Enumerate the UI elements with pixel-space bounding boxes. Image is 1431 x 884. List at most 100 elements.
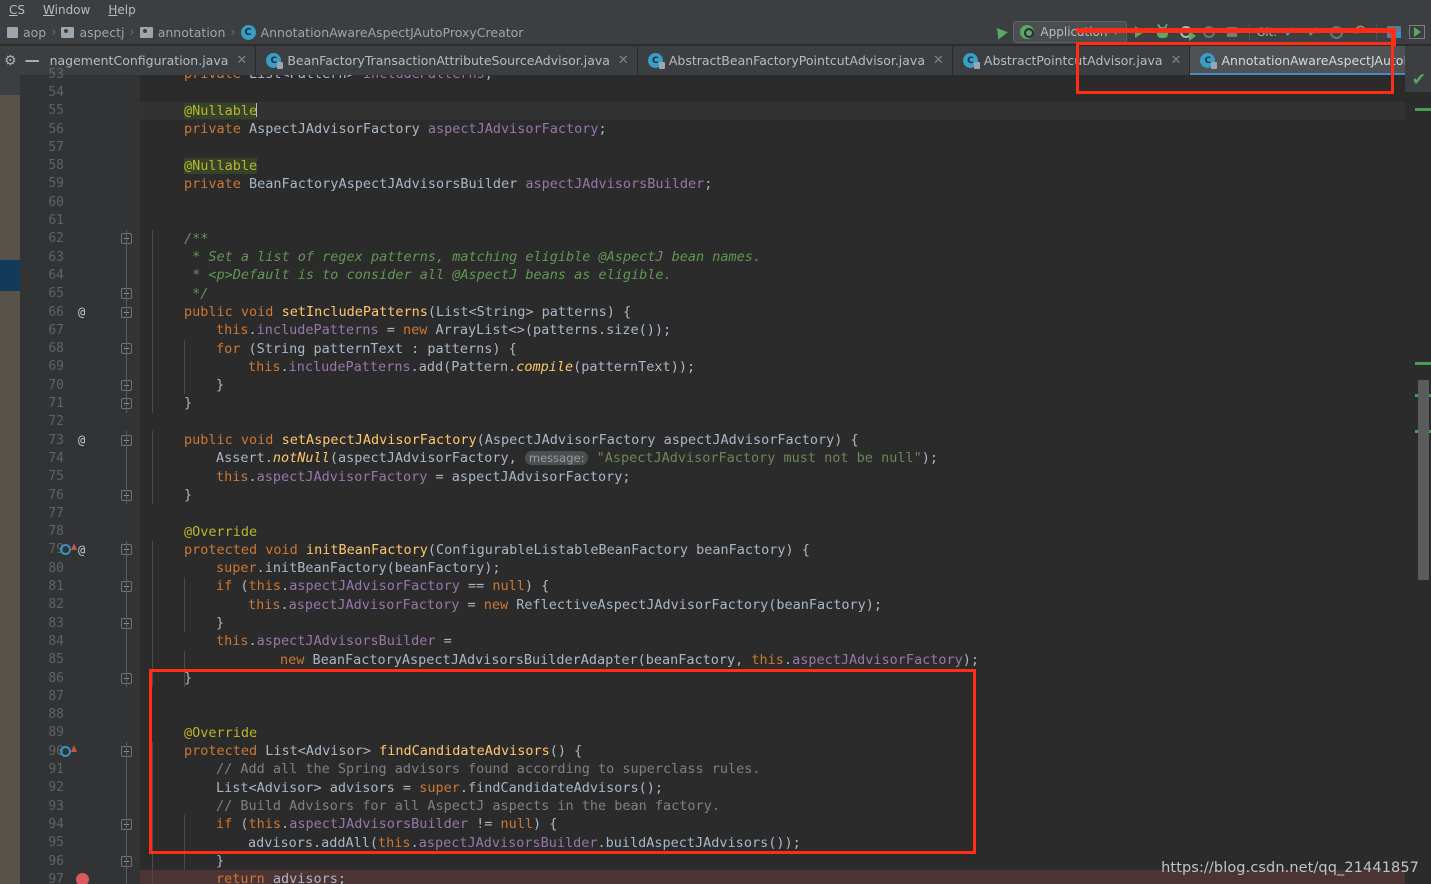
gutter-line[interactable]: 97 <box>20 870 140 884</box>
gutter-line[interactable]: 90 <box>20 742 140 760</box>
editor-gutter[interactable]: 53 54 55 56 57 58 59 60 61 62 63 64 65 66 @67 68 69 70 71 7… <box>20 67 140 884</box>
code-line[interactable]: private List<Pattern> includePatterns; <box>140 75 1405 83</box>
arrow-up-green-icon[interactable] <box>990 22 1010 42</box>
tab-bean-factory-transaction-attribute-source-advisor[interactable]: C BeanFactoryTransactionAttributeSourceA… <box>255 46 637 75</box>
code-line[interactable] <box>140 211 1405 229</box>
gutter-line[interactable]: 58 <box>20 157 140 175</box>
breadcrumb-item-class[interactable]: C AnnotationAwareAspectJAutoProxyCreator <box>238 24 527 40</box>
code-line[interactable]: if (this.aspectJAdvisorsBuilder != null)… <box>140 815 1405 833</box>
close-icon[interactable]: ✕ <box>933 54 944 67</box>
gutter-line[interactable]: 53 <box>20 65 140 83</box>
override-method-icon[interactable] <box>60 744 77 757</box>
gutter-line[interactable]: 54 <box>20 83 140 101</box>
code-line[interactable]: if (this.aspectJAdvisorFactory == null) … <box>140 577 1405 595</box>
code-line[interactable]: for (String patternText : patterns) { <box>140 340 1405 358</box>
gutter-line[interactable]: 89 <box>20 724 140 742</box>
gutter-line[interactable]: 75 <box>20 468 140 486</box>
code-line[interactable]: this.includePatterns = new ArrayList<>(p… <box>140 321 1405 339</box>
gutter-line[interactable]: 64 <box>20 266 140 284</box>
close-icon[interactable]: ✕ <box>236 54 247 67</box>
code-line[interactable]: @Override <box>140 523 1405 541</box>
code-line[interactable]: @Nullable <box>140 157 1405 175</box>
gutter-line[interactable]: 78 <box>20 523 140 541</box>
code-line[interactable]: this.aspectJAdvisorFactory = aspectJAdvi… <box>140 468 1405 486</box>
annotation-gutter-icon[interactable]: @ <box>78 433 85 447</box>
gutter-line[interactable]: 80 <box>20 559 140 577</box>
gutter-line[interactable]: 88 <box>20 706 140 724</box>
override-method-icon[interactable] <box>60 543 77 556</box>
gutter-line[interactable]: 65 <box>20 285 140 303</box>
gutter-line[interactable]: 84 <box>20 632 140 650</box>
tab-abstract-pointcut-advisor[interactable]: C AbstractPointcutAdvisor.java ✕ <box>951 46 1190 75</box>
code-line[interactable]: */ <box>140 285 1405 303</box>
gutter-line[interactable]: 85 <box>20 651 140 669</box>
code-line[interactable]: protected List<Advisor> findCandidateAdv… <box>140 742 1405 760</box>
menu-item-window[interactable]: Window <box>34 0 99 21</box>
code-line[interactable] <box>140 504 1405 522</box>
gutter-line[interactable]: 62 <box>20 230 140 248</box>
gear-icon[interactable]: ⚙ <box>4 54 17 68</box>
search-everywhere-icon[interactable] <box>1407 22 1427 42</box>
code-line[interactable]: public void setAspectJAdvisorFactory(Asp… <box>140 431 1405 449</box>
code-line[interactable]: @Override <box>140 724 1405 742</box>
code-line[interactable]: @Nullable <box>140 101 1405 120</box>
gutter-line[interactable]: 81 <box>20 577 140 595</box>
gutter-line[interactable]: 67 <box>20 321 140 339</box>
gutter-line[interactable]: 74 <box>20 449 140 467</box>
gutter-line[interactable]: 82 <box>20 596 140 614</box>
tab-abstract-bean-factory-pointcut-advisor[interactable]: C AbstractBeanFactoryPointcutAdvisor.jav… <box>636 46 952 75</box>
gutter-line[interactable]: 73 @ <box>20 431 140 449</box>
code-line[interactable]: } <box>140 394 1405 412</box>
close-icon[interactable]: ✕ <box>1171 54 1182 67</box>
gutter-line[interactable]: 72 <box>20 413 140 431</box>
gutter-line[interactable]: 71 <box>20 394 140 412</box>
code-line[interactable]: super.initBeanFactory(beanFactory); <box>140 559 1405 577</box>
menu-item-help[interactable]: Help <box>99 0 144 21</box>
gutter-line[interactable]: 61 <box>20 211 140 229</box>
gutter-line[interactable]: 83 <box>20 614 140 632</box>
gutter-line[interactable]: 66 @ <box>20 303 140 321</box>
code-line[interactable]: this.aspectJAdvisorsBuilder = <box>140 632 1405 650</box>
gutter-line[interactable]: 92 <box>20 779 140 797</box>
gutter-line[interactable]: 70 <box>20 376 140 394</box>
gutter-line[interactable]: 56 <box>20 120 140 138</box>
code-editor[interactable]: 53 54 55 56 57 58 59 60 61 62 63 64 65 66 @67 68 69 70 71 7… <box>0 67 1431 884</box>
gutter-line[interactable]: 93 <box>20 797 140 815</box>
gutter-line[interactable]: 59 <box>20 175 140 193</box>
gutter-line[interactable]: 77 <box>20 504 140 522</box>
code-line[interactable]: * Set a list of regex patterns, matching… <box>140 248 1405 266</box>
code-line[interactable]: public void setIncludePatterns(List<Stri… <box>140 303 1405 321</box>
gutter-line[interactable]: 79 @ <box>20 541 140 559</box>
code-line[interactable] <box>140 706 1405 724</box>
gutter-line[interactable]: 91 <box>20 760 140 778</box>
breadcrumb-item-aspectj[interactable]: aspectj <box>58 25 127 40</box>
code-line[interactable]: } <box>140 669 1405 687</box>
code-line[interactable] <box>140 83 1405 101</box>
gutter-line[interactable]: 60 <box>20 193 140 211</box>
code-line[interactable]: private BeanFactoryAspectJAdvisorsBuilde… <box>140 175 1405 193</box>
code-line[interactable]: /** <box>140 230 1405 248</box>
code-line[interactable]: this.includePatterns.add(Pattern.compile… <box>140 358 1405 376</box>
breadcrumb-item-aop[interactable]: aop <box>4 25 49 40</box>
code-line[interactable]: * <p>Default is to consider all @AspectJ… <box>140 266 1405 284</box>
gutter-line[interactable]: 69 <box>20 358 140 376</box>
code-line[interactable]: advisors.addAll(this.aspectJAdvisorsBuil… <box>140 834 1405 852</box>
vertical-scrollbar-thumb[interactable] <box>1418 380 1429 580</box>
tab-annotation-aware-aspectj-auto-proxy-creator[interactable]: C AnnotationAwareAspectJAutoProxyCreator… <box>1189 46 1431 75</box>
marker-track[interactable] <box>1405 92 1431 884</box>
code-line[interactable]: Assert.notNull(aspectJAdvisorFactory, me… <box>140 449 1405 467</box>
code-line[interactable]: this.aspectJAdvisorFactory = new Reflect… <box>140 596 1405 614</box>
gutter-line[interactable]: 68 <box>20 340 140 358</box>
code-line[interactable] <box>140 138 1405 156</box>
annotation-gutter-icon[interactable]: @ <box>78 305 85 319</box>
code-line[interactable]: } <box>140 486 1405 504</box>
code-line[interactable] <box>140 413 1405 431</box>
code-line[interactable]: // Add all the Spring advisors found acc… <box>140 760 1405 778</box>
code-line[interactable] <box>140 687 1405 705</box>
close-icon[interactable]: ✕ <box>618 54 629 67</box>
code-line[interactable]: // Build Advisors for all AspectJ aspect… <box>140 797 1405 815</box>
vcs-change-marker[interactable] <box>0 260 20 291</box>
menu-item-cs[interactable]: CS <box>0 0 34 21</box>
gutter-line[interactable]: 57 <box>20 138 140 156</box>
gutter-line[interactable]: 96 <box>20 852 140 870</box>
